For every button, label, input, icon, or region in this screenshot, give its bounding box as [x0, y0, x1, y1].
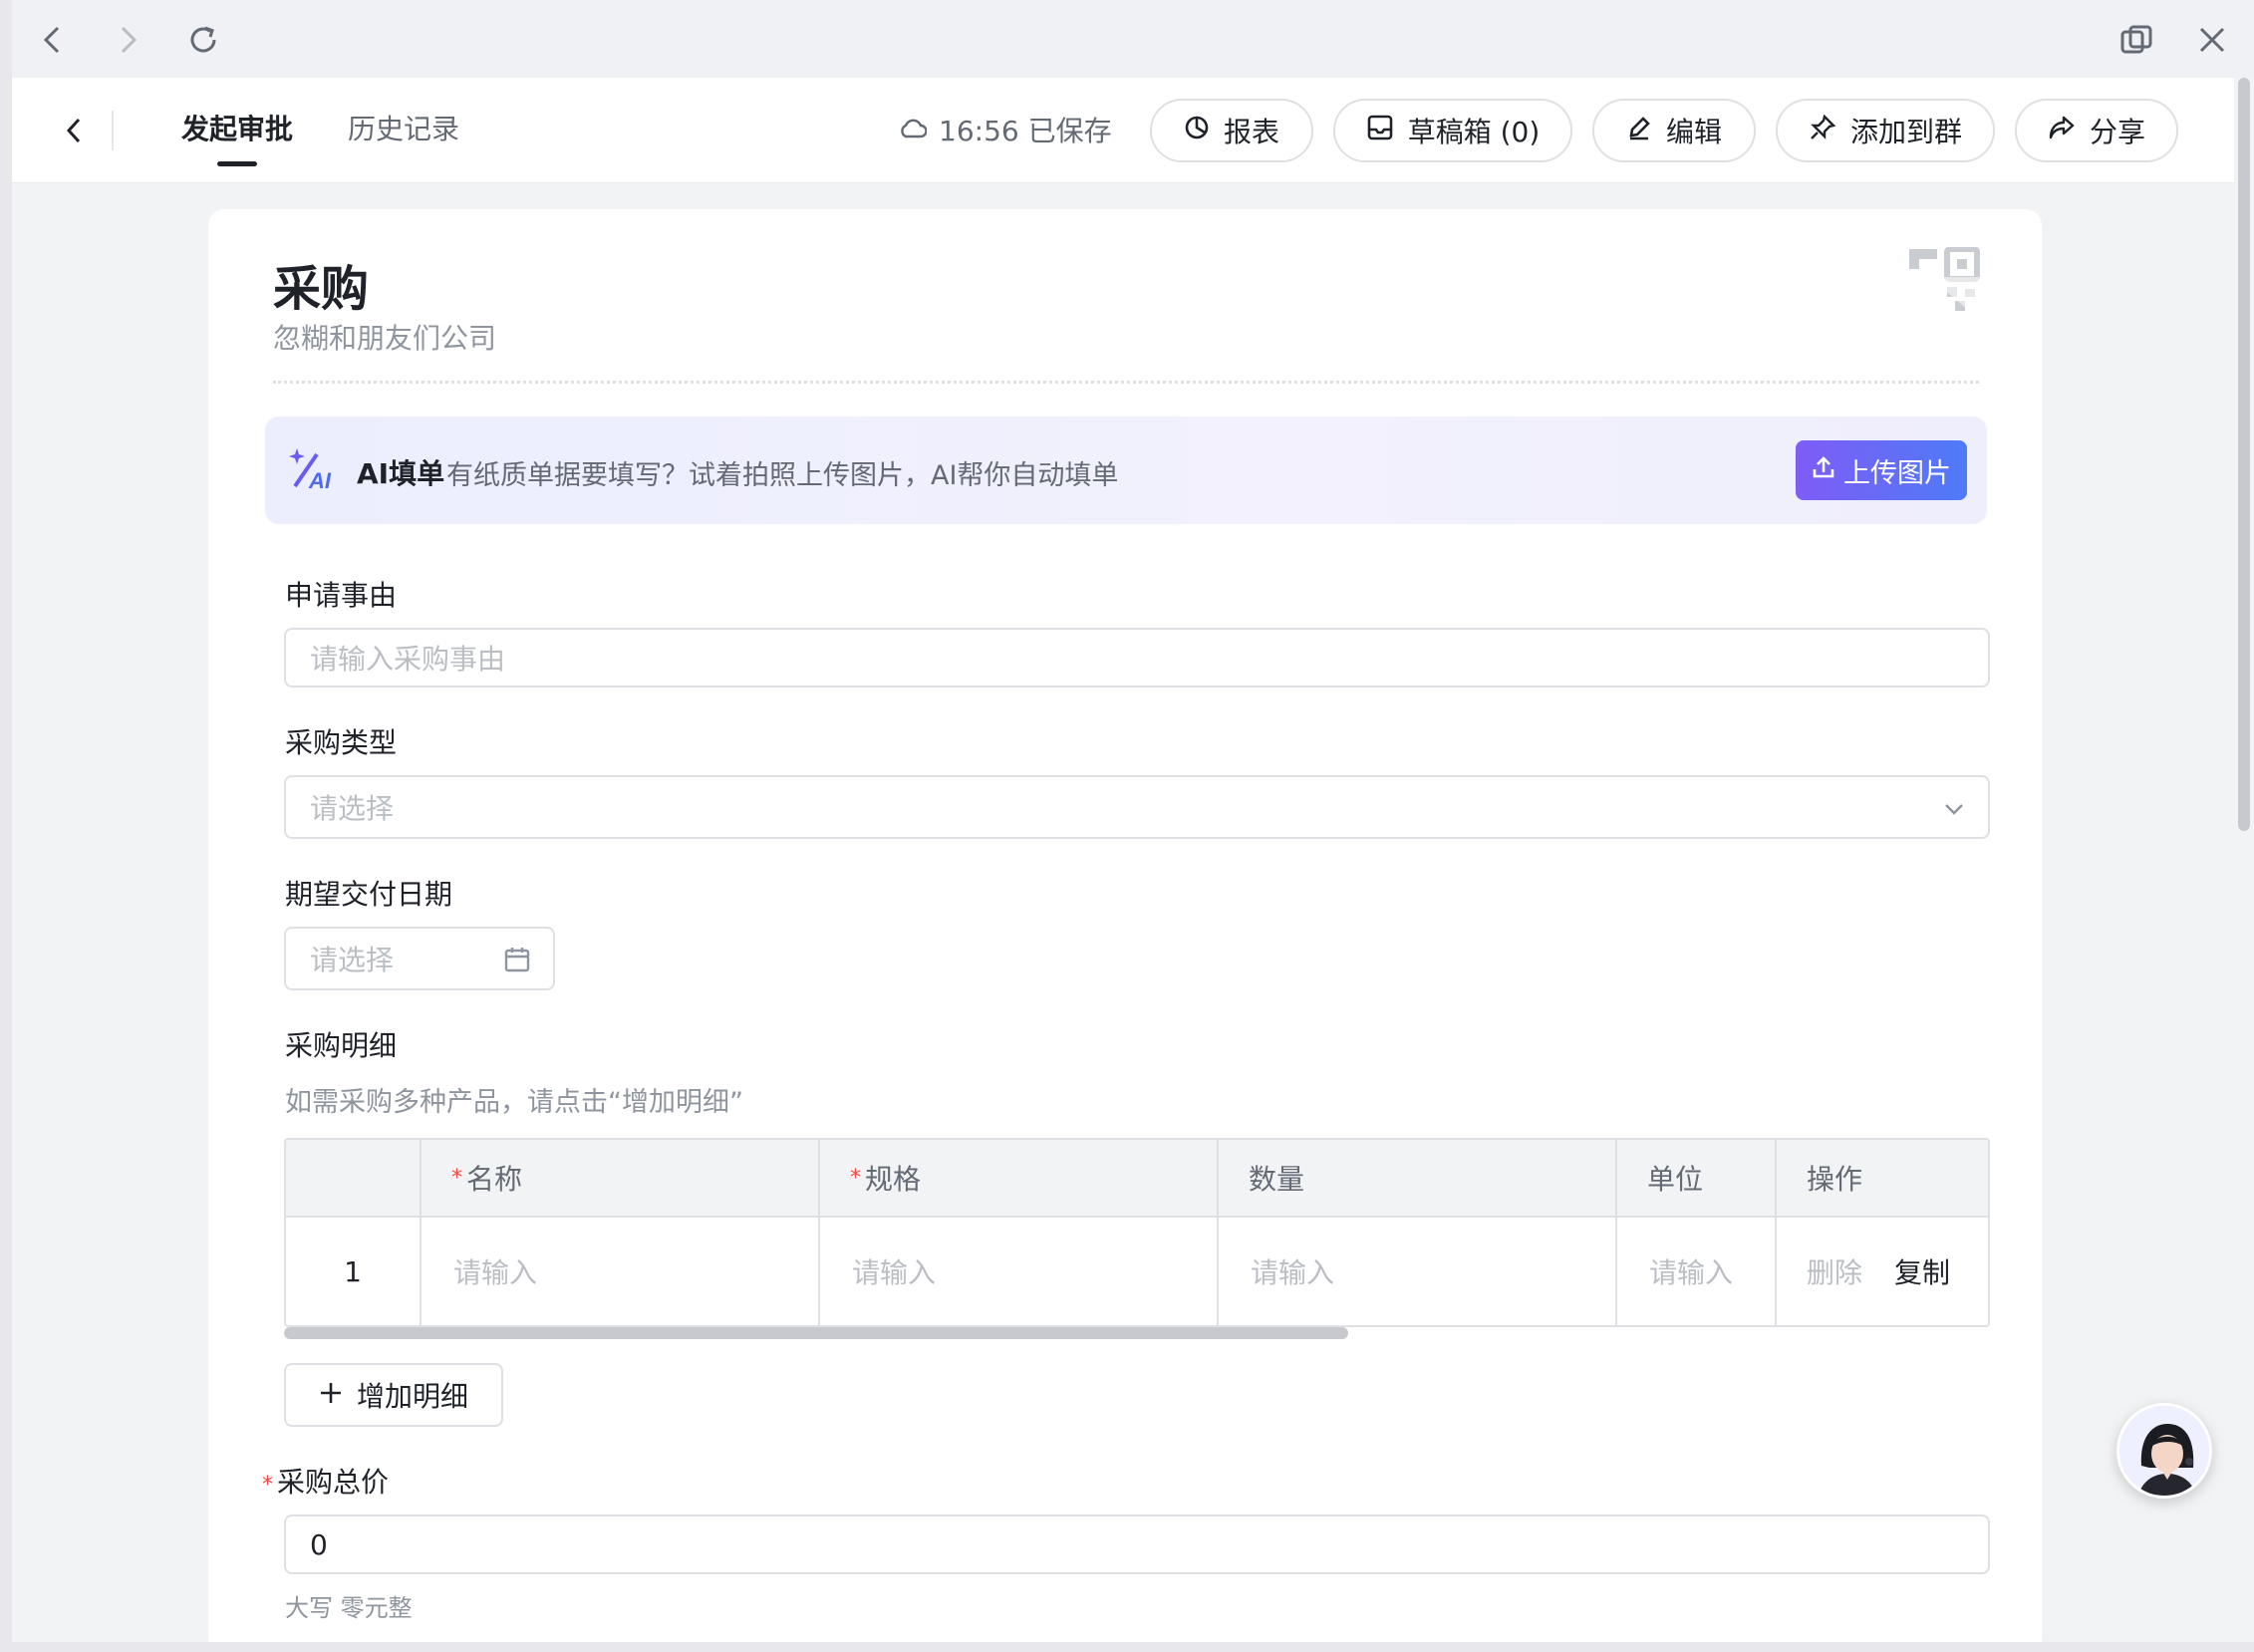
required-mark: * [262, 1473, 273, 1498]
pie-chart-icon [1184, 115, 1210, 147]
delivery-date-label: 期望交付日期 [285, 878, 453, 911]
add-to-group-label: 添加到群 [1849, 116, 1962, 148]
purchase-type-placeholder: 请选择 [310, 792, 395, 825]
add-to-group-button[interactable]: 添加到群 [1776, 99, 1995, 162]
reload-icon[interactable] [179, 16, 227, 64]
copy-row-button[interactable]: 复制 [1894, 1251, 1950, 1291]
plus-icon [319, 1379, 343, 1412]
table-header: * 名称 * 规格 数量 单位 操作 [286, 1140, 1988, 1218]
share-icon [2048, 115, 2076, 147]
total-price-label-text: 采购总价 [277, 1466, 390, 1499]
approval-form-card: 采购 忽糊和朋友们公司 AI AI填单 有纸质单据要填写？试着拍照上传图片，AI… [208, 209, 2042, 1642]
nav-forward-icon[interactable] [104, 16, 151, 64]
save-status-text: 16:56 已保存 [939, 115, 1112, 147]
upload-label: 上传图片 [1843, 457, 1951, 489]
edit-button[interactable]: 编辑 [1592, 99, 1756, 162]
table-row: 1 请输入 请输入 请输入 请输入 删除 复制 [286, 1218, 1988, 1325]
drafts-label: 草稿箱 (0) [1407, 116, 1541, 148]
inbox-icon [1366, 114, 1394, 148]
row-quantity-input[interactable]: 请输入 [1219, 1218, 1617, 1325]
table-horizontal-scrollbar[interactable] [284, 1327, 1348, 1339]
reason-label: 申请事由 [285, 579, 398, 612]
ai-sparkle-icon: AI [287, 446, 337, 493]
share-button[interactable]: 分享 [2015, 99, 2178, 162]
close-icon[interactable] [2188, 16, 2236, 64]
calendar-icon [503, 946, 531, 973]
vertical-scrollbar[interactable] [2238, 78, 2250, 831]
reason-input[interactable]: 请输入采购事由 [284, 628, 1990, 688]
open-external-icon[interactable] [2113, 16, 2160, 64]
form-title: 采购 [273, 261, 370, 317]
total-price-uppercase: 大写 零元整 [285, 1594, 413, 1622]
row-unit-input[interactable]: 请输入 [1617, 1218, 1777, 1325]
table-header-name: * 名称 [422, 1140, 820, 1216]
row-spec-input[interactable]: 请输入 [820, 1218, 1219, 1325]
chevron-down-icon [1942, 795, 1966, 819]
total-price-label: * 采购总价 [262, 1461, 389, 1501]
assistant-avatar[interactable] [2116, 1403, 2212, 1499]
required-mark: * [850, 1165, 861, 1191]
delivery-date-picker[interactable]: 请选择 [284, 927, 555, 990]
report-label: 报表 [1223, 116, 1279, 148]
table-header-quantity: 数量 [1219, 1140, 1617, 1216]
add-detail-label: 增加明细 [356, 1380, 468, 1413]
column-quantity-label: 数量 [1249, 1163, 1305, 1196]
column-actions-label: 操作 [1807, 1163, 1863, 1196]
pin-icon [1809, 114, 1836, 148]
company-name: 忽糊和朋友们公司 [273, 322, 497, 355]
total-price-value: 0 [310, 1527, 328, 1561]
column-unit-label: 单位 [1647, 1163, 1704, 1196]
add-detail-button[interactable]: 增加明细 [284, 1363, 503, 1427]
details-hint: 如需采购多种产品，请点击“增加明细” [285, 1087, 743, 1118]
required-mark: * [451, 1165, 462, 1191]
details-label: 采购明细 [285, 1029, 398, 1062]
upload-image-button[interactable]: 上传图片 [1796, 440, 1967, 500]
column-spec-label: 规格 [865, 1163, 922, 1196]
purchase-type-label: 采购类型 [285, 726, 398, 759]
row-name-input[interactable]: 请输入 [422, 1218, 820, 1325]
back-icon[interactable] [50, 107, 98, 154]
upload-icon [1812, 455, 1835, 486]
report-button[interactable]: 报表 [1150, 99, 1313, 162]
table-header-index [286, 1140, 422, 1216]
table-header-unit: 单位 [1617, 1140, 1777, 1216]
delete-row-button[interactable]: 删除 [1807, 1251, 1862, 1291]
active-tab-indicator [217, 161, 257, 166]
table-header-actions: 操作 [1777, 1140, 1988, 1216]
delivery-date-placeholder: 请选择 [310, 944, 395, 976]
purchase-type-select[interactable]: 请选择 [284, 775, 1990, 839]
reason-placeholder: 请输入采购事由 [310, 643, 506, 676]
edit-label: 编辑 [1665, 116, 1722, 148]
app-window: 发起审批 历史记录 16:56 已保存 报表 草稿箱 (0) 编辑 添加到群 分… [12, 0, 2254, 1642]
details-table: * 名称 * 规格 数量 单位 操作 1 请输入 请输入 请输入 请输入 删除 … [284, 1138, 1990, 1327]
column-name-label: 名称 [466, 1163, 523, 1196]
app-header: 发起审批 历史记录 16:56 已保存 报表 草稿箱 (0) 编辑 添加到群 分… [12, 78, 2234, 183]
drafts-button[interactable]: 草稿箱 (0) [1333, 99, 1572, 162]
row-actions: 删除 复制 [1777, 1218, 1988, 1325]
ai-fill-banner: AI AI填单 有纸质单据要填写？试着拍照上传图片，AI帮你自动填单 上传图片 [265, 416, 1987, 524]
header-divider [112, 111, 114, 150]
cloud-icon [899, 114, 928, 146]
ai-fill-title: AI填单 [357, 457, 445, 490]
browser-toolbar [12, 0, 2254, 78]
qr-code-icon[interactable] [1907, 246, 1981, 321]
svg-text:AI: AI [308, 468, 332, 492]
title-divider [273, 381, 1979, 384]
pencil-icon [1626, 115, 1652, 147]
ai-fill-description: 有纸质单据要填写？试着拍照上传图片，AI帮你自动填单 [446, 460, 1119, 491]
row-index: 1 [286, 1218, 422, 1325]
share-label: 分享 [2089, 116, 2145, 148]
tab-start-approval[interactable]: 发起审批 [181, 108, 293, 147]
save-status: 16:56 已保存 [899, 110, 1112, 149]
nav-back-icon[interactable] [29, 16, 77, 64]
total-price-input[interactable]: 0 [284, 1514, 1990, 1574]
tab-history[interactable]: 历史记录 [348, 108, 459, 147]
table-header-spec: * 规格 [820, 1140, 1219, 1216]
